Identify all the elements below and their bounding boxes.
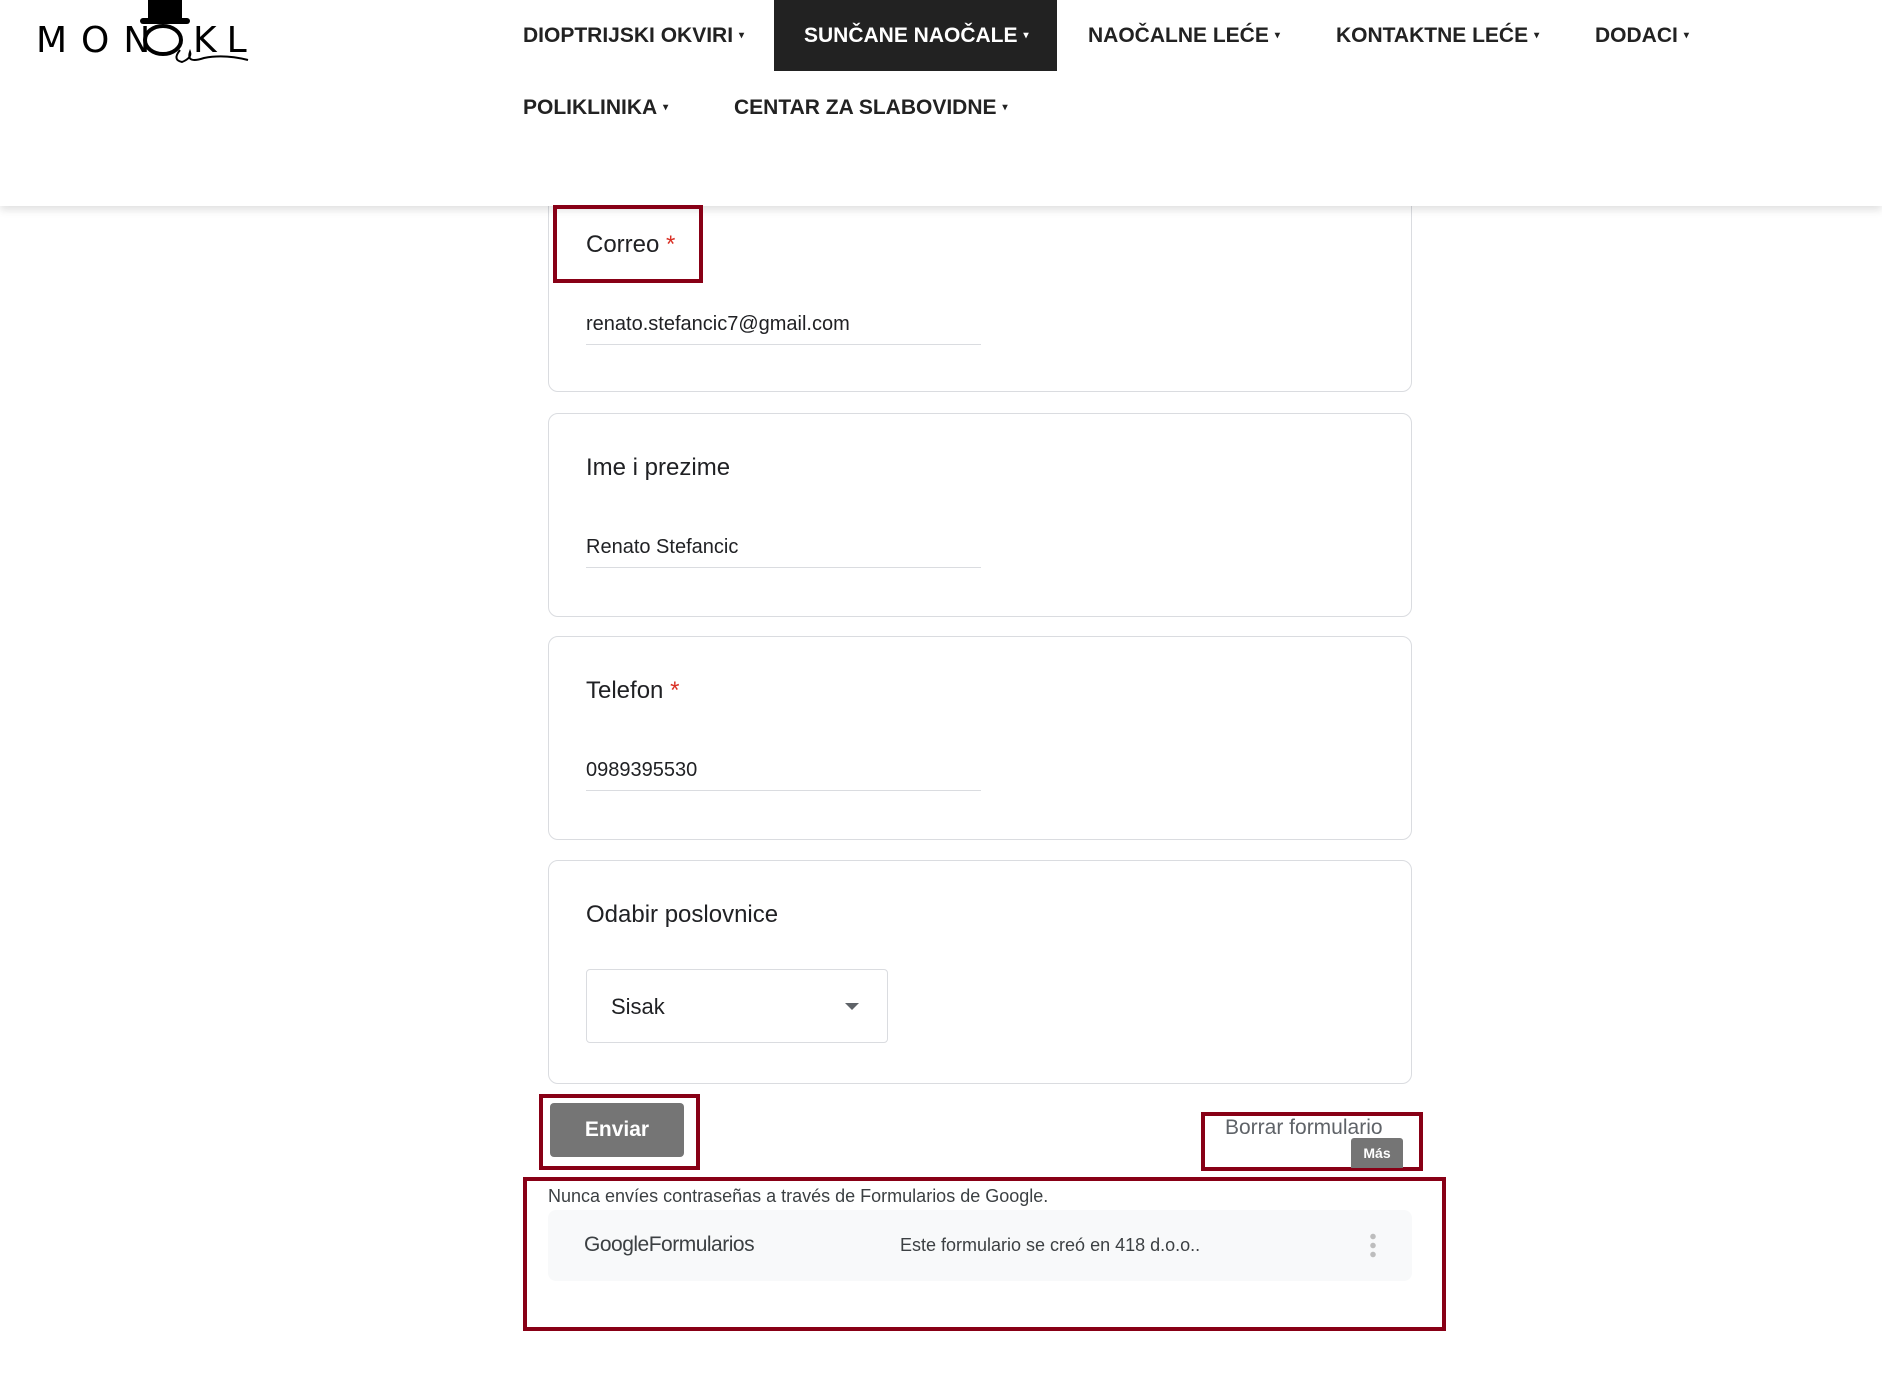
dropdown-arrow-icon [845, 1003, 859, 1010]
branch-selected: Sisak [611, 994, 665, 1019]
monokl-logo[interactable]: MON KL [30, 0, 250, 70]
svg-text:KL: KL [193, 20, 250, 61]
nav-label: POLIKLINIKA [523, 95, 658, 119]
phone-question-card: Telefon * 0989395530 [548, 636, 1412, 840]
nav-label: NAOČALNE LEĆE [1088, 23, 1269, 47]
nav-label: DIOPTRIJSKI OKVIRI [523, 23, 734, 47]
email-input[interactable]: renato.stefancic7@gmail.com [586, 313, 981, 345]
name-input[interactable]: Renato Stefancic [586, 536, 981, 568]
more-tooltip: Más [1351, 1138, 1403, 1168]
caret-down-icon: ▾ [1274, 30, 1280, 41]
caret-down-icon: ▾ [1023, 30, 1029, 41]
phone-label: Telefon * [586, 677, 680, 704]
nav-label: KONTAKTNE LEĆE [1336, 23, 1529, 47]
branch-label: Odabir poslovnice [586, 901, 779, 928]
phone-input[interactable]: 0989395530 [586, 759, 981, 791]
caret-down-icon: ▾ [739, 30, 745, 41]
site-header: MON KL DIOPTRIJSKI OKVIRI ▾ SUNČANE NAOČA… [0, 0, 1882, 206]
nav-label: DODACI [1595, 23, 1678, 47]
nav-poliklinika[interactable]: POLIKLINIKA ▾ [493, 72, 698, 143]
nav-dioptrijski-okviri[interactable]: DIOPTRIJSKI OKVIRI ▾ [493, 0, 774, 71]
branch-question-card: Odabir poslovnice Sisak [548, 860, 1412, 1084]
nav-label: CENTAR ZA SLABOVIDNE [734, 95, 997, 119]
nav-label: SUNČANE NAOČALE [804, 23, 1018, 47]
nav-centar-za-slabovidne[interactable]: CENTAR ZA SLABOVIDNE ▾ [704, 72, 1038, 143]
name-question-card: Ime i prezime Renato Stefancic [548, 413, 1412, 617]
caret-down-icon: ▾ [1683, 30, 1689, 41]
nav-dodaci[interactable]: DODACI ▾ [1565, 0, 1719, 71]
highlight-submit [539, 1094, 700, 1170]
branch-dropdown[interactable]: Sisak [586, 969, 888, 1043]
nav-naocalne-lece[interactable]: NAOČALNE LEĆE ▾ [1058, 0, 1310, 71]
nav-suncane-naocale[interactable]: SUNČANE NAOČALE ▾ [774, 0, 1057, 71]
caret-down-icon: ▾ [1534, 30, 1540, 41]
name-label: Ime i prezime [586, 454, 731, 481]
caret-down-icon: ▾ [663, 102, 669, 113]
highlight-email-label [553, 205, 703, 283]
highlight-footer [523, 1177, 1446, 1331]
nav-kontaktne-lece[interactable]: KONTAKTNE LEĆE ▾ [1306, 0, 1569, 71]
caret-down-icon: ▾ [1002, 102, 1008, 113]
